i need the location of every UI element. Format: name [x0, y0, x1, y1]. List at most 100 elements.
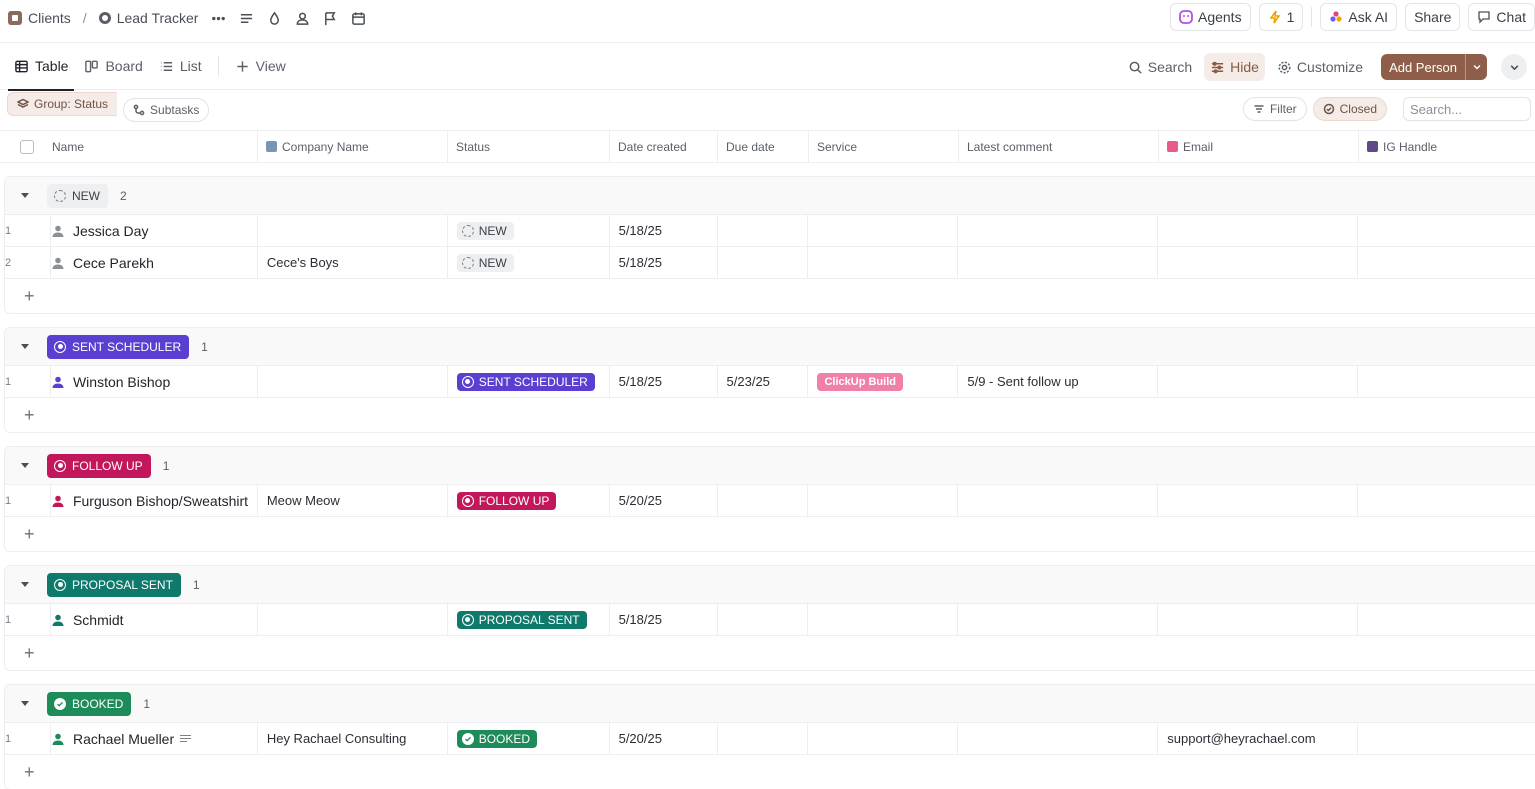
cell-email[interactable] — [1158, 214, 1359, 247]
chat-button[interactable]: Chat — [1468, 3, 1535, 31]
cell-company[interactable] — [258, 214, 448, 247]
cell-ig[interactable] — [1358, 485, 1535, 517]
cell-comment[interactable] — [958, 214, 1159, 247]
table-row[interactable]: 1 Rachael Mueller Hey Rachael Consulting… — [5, 722, 1535, 755]
table-row[interactable]: 2 Cece Parekh Cece's Boys NEW 5/18/25 — [5, 246, 1535, 279]
group-status-badge[interactable]: PROPOSAL SENT — [47, 572, 181, 597]
status-pill[interactable]: SENT SCHEDULER — [456, 372, 595, 391]
filter-chip[interactable]: Filter — [1242, 97, 1307, 121]
cell-due[interactable] — [718, 603, 809, 636]
cell-name[interactable]: Schmidt — [51, 603, 258, 636]
more-options-icon[interactable] — [204, 4, 232, 32]
color-drop-icon[interactable] — [260, 4, 288, 32]
add-task-row[interactable]: + — [5, 755, 1535, 789]
cell-due[interactable] — [718, 484, 809, 517]
priority-flag-icon[interactable] — [316, 4, 344, 32]
cell-comment[interactable] — [958, 722, 1159, 755]
cell-status[interactable]: FOLLOW UP — [448, 484, 610, 517]
header-email[interactable]: Email — [1159, 130, 1359, 163]
collapse-caret-icon[interactable] — [21, 701, 29, 706]
status-pill[interactable]: FOLLOW UP — [456, 491, 557, 510]
add-task-row[interactable]: + — [5, 398, 1535, 432]
cell-email[interactable] — [1158, 365, 1359, 398]
customize-button[interactable]: Customize — [1271, 53, 1369, 81]
header-comment[interactable]: Latest comment — [959, 130, 1159, 163]
tab-board[interactable]: Board — [76, 42, 150, 90]
cell-created[interactable]: 5/18/25 — [610, 246, 718, 279]
table-search-input[interactable] — [1403, 97, 1531, 121]
tab-list[interactable]: List — [151, 42, 210, 90]
closed-chip[interactable]: Closed — [1312, 97, 1387, 121]
search-button[interactable]: Search — [1122, 53, 1198, 81]
cell-created[interactable]: 5/18/25 — [610, 214, 718, 247]
breadcrumb-space[interactable]: Clients — [28, 10, 71, 26]
cell-name[interactable]: Furguson Bishop/Sweatshirt — [51, 484, 258, 517]
cell-service[interactable]: ClickUp Build — [808, 365, 959, 398]
description-icon[interactable] — [232, 4, 260, 32]
cell-created[interactable]: 5/18/25 — [610, 603, 718, 636]
cell-service[interactable] — [808, 246, 959, 279]
collapse-caret-icon[interactable] — [21, 463, 29, 468]
hide-button[interactable]: Hide — [1204, 53, 1265, 81]
table-row[interactable]: 1 Jessica Day NEW 5/18/25 — [5, 214, 1535, 247]
cell-comment[interactable] — [958, 484, 1159, 517]
cell-status[interactable]: NEW — [448, 246, 610, 279]
cell-email[interactable] — [1158, 484, 1359, 517]
tab-table[interactable]: Table — [6, 42, 76, 91]
add-person-dropdown[interactable] — [1465, 54, 1487, 80]
cell-name[interactable]: Jessica Day — [51, 214, 258, 247]
select-all-checkbox[interactable] — [20, 139, 34, 154]
cell-company[interactable]: Meow Meow — [258, 484, 448, 517]
collapse-caret-icon[interactable] — [21, 344, 29, 349]
header-service[interactable]: Service — [809, 130, 959, 163]
cell-due[interactable] — [718, 246, 809, 279]
cell-email[interactable] — [1158, 246, 1359, 279]
header-name[interactable]: Name — [50, 130, 258, 163]
cell-created[interactable]: 5/18/25 — [610, 365, 718, 398]
header-created[interactable]: Date created — [610, 130, 718, 163]
add-task-row[interactable]: + — [5, 517, 1535, 551]
cell-comment[interactable] — [958, 603, 1159, 636]
table-row[interactable]: 1 Schmidt PROPOSAL SENT 5/18/25 — [5, 603, 1535, 636]
calendar-icon[interactable] — [344, 4, 372, 32]
header-company[interactable]: Company Name — [258, 130, 448, 163]
cell-ig[interactable] — [1358, 604, 1535, 636]
group-status-badge[interactable]: SENT SCHEDULER — [47, 334, 190, 359]
header-ig[interactable]: IG Handle — [1359, 130, 1535, 163]
cell-service[interactable] — [808, 603, 959, 636]
cell-ig[interactable] — [1358, 723, 1535, 755]
cell-due[interactable]: 5/23/25 — [718, 365, 809, 398]
service-tag[interactable]: ClickUp Build — [817, 372, 903, 391]
cell-company[interactable]: Cece's Boys — [258, 246, 448, 279]
group-status-badge[interactable]: BOOKED — [47, 691, 132, 716]
add-view-button[interactable]: View — [227, 42, 294, 90]
table-row[interactable]: 1 Furguson Bishop/Sweatshirt Meow Meow F… — [5, 484, 1535, 517]
cell-due[interactable] — [718, 722, 809, 755]
cell-comment[interactable] — [958, 246, 1159, 279]
cell-company[interactable]: Hey Rachael Consulting — [258, 722, 448, 755]
add-person-button[interactable]: Add Person — [1381, 54, 1487, 80]
cell-ig[interactable] — [1358, 215, 1535, 247]
cell-status[interactable]: SENT SCHEDULER — [448, 365, 610, 398]
cell-ig[interactable] — [1358, 366, 1535, 398]
agents-button[interactable]: Agents — [1169, 3, 1251, 31]
cell-comment[interactable]: 5/9 - Sent follow up — [958, 365, 1159, 398]
cell-ig[interactable] — [1358, 247, 1535, 279]
group-by-chip[interactable]: Group: Status — [7, 91, 118, 116]
assignee-icon[interactable] — [288, 4, 316, 32]
cell-company[interactable] — [258, 603, 448, 636]
status-pill[interactable]: BOOKED — [456, 729, 538, 748]
header-due[interactable]: Due date — [718, 130, 809, 163]
collapse-caret-icon[interactable] — [21, 582, 29, 587]
add-task-row[interactable]: + — [5, 279, 1535, 313]
cell-service[interactable] — [808, 214, 959, 247]
table-row[interactable]: 1 Winston Bishop SENT SCHEDULER 5/18/25 … — [5, 365, 1535, 398]
cell-status[interactable]: BOOKED — [448, 722, 610, 755]
breadcrumb-list[interactable]: Lead Tracker — [117, 10, 199, 26]
cell-company[interactable] — [258, 365, 448, 398]
cell-name[interactable]: Winston Bishop — [51, 365, 258, 398]
status-pill[interactable]: PROPOSAL SENT — [456, 610, 587, 629]
add-task-row[interactable]: + — [5, 636, 1535, 670]
add-person-label[interactable]: Add Person — [1381, 54, 1465, 80]
status-pill[interactable]: NEW — [456, 221, 514, 240]
